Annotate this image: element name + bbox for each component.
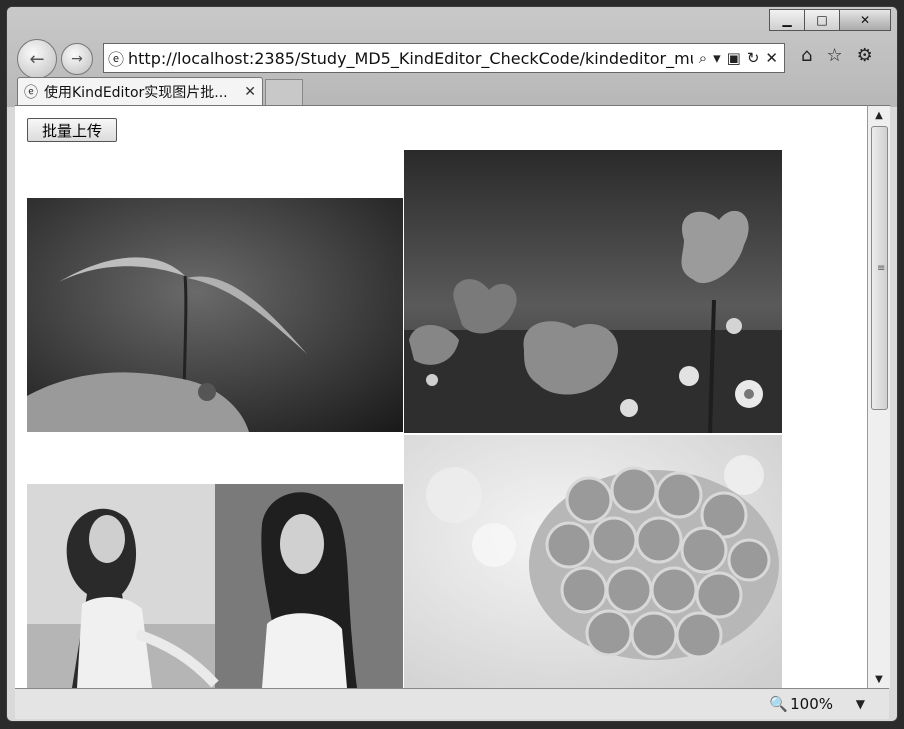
maximize-button[interactable]: □: [805, 9, 840, 31]
forward-arrow-icon: →: [71, 51, 83, 67]
vertical-scrollbar[interactable]: ▲ ≡ ▼: [867, 105, 890, 688]
browser-toolbar-icons: ⌂ ☆ ⚙: [801, 45, 873, 66]
page-content: 批量上传: [15, 105, 867, 688]
tools-gear-icon[interactable]: ⚙: [857, 45, 873, 66]
ie-tab-icon: ⓔ: [24, 84, 38, 101]
tab-title: 使用KindEditor实现图片批...: [44, 84, 228, 101]
scroll-up-icon[interactable]: ▲: [868, 106, 890, 124]
grip-icon: ≡: [877, 263, 886, 274]
scroll-down-icon[interactable]: ▼: [868, 670, 890, 688]
address-bar[interactable]: ⓔ http://localhost:2385/Study_MD5_KindEd…: [103, 43, 785, 73]
favorites-star-icon[interactable]: ☆: [826, 45, 842, 66]
person-icon: [27, 484, 403, 688]
refresh-icon[interactable]: ↻: [747, 49, 760, 67]
scrollbar-thumb[interactable]: ≡: [871, 126, 888, 410]
rose-bouquet-photo: [404, 435, 782, 688]
status-bar: 🔍 100% ▼: [15, 688, 889, 719]
back-arrow-icon: ←: [29, 48, 45, 70]
new-tab-button[interactable]: [265, 79, 303, 106]
woman-portrait-photo: [27, 484, 403, 688]
search-icon[interactable]: ⌕: [699, 49, 707, 67]
search-dropdown-icon[interactable]: ▾: [713, 49, 721, 67]
zoom-icon: 🔍: [769, 695, 789, 713]
stop-icon[interactable]: ✕: [765, 49, 778, 67]
poppy-field-photo: [404, 150, 782, 433]
browser-tab[interactable]: ⓔ 使用KindEditor实现图片批... ✕: [17, 77, 263, 105]
flowers-icon: [404, 150, 782, 433]
back-button[interactable]: ←: [17, 39, 57, 79]
browser-window: ▁ □ ✕ ← → ⓔ http://localhost:2385/Study_…: [6, 6, 898, 722]
window-controls: ▁ □ ✕: [769, 9, 891, 31]
home-icon[interactable]: ⌂: [801, 45, 812, 66]
zoom-control[interactable]: 🔍 100%: [769, 695, 833, 713]
seedling-icon: [27, 198, 403, 432]
address-tools: ⌕ ▾ ▣ ↻ ✕: [693, 49, 784, 67]
batch-upload-button[interactable]: 批量上传: [27, 118, 117, 142]
forward-button[interactable]: →: [61, 43, 93, 75]
close-window-button[interactable]: ✕: [840, 9, 891, 31]
tab-close-icon[interactable]: ✕: [244, 84, 256, 100]
sprout-photo: [27, 198, 403, 432]
compatibility-view-icon[interactable]: ▣: [727, 49, 741, 67]
ie-page-icon: ⓔ: [107, 50, 124, 69]
roses-icon: [404, 435, 782, 688]
zoom-level: 100%: [790, 695, 833, 713]
title-bar: ▁ □ ✕ ← → ⓔ http://localhost:2385/Study_…: [7, 7, 897, 107]
url-text[interactable]: http://localhost:2385/Study_MD5_KindEdit…: [128, 49, 693, 68]
minimize-button[interactable]: ▁: [769, 9, 805, 31]
zoom-dropdown-icon[interactable]: ▼: [856, 697, 865, 711]
